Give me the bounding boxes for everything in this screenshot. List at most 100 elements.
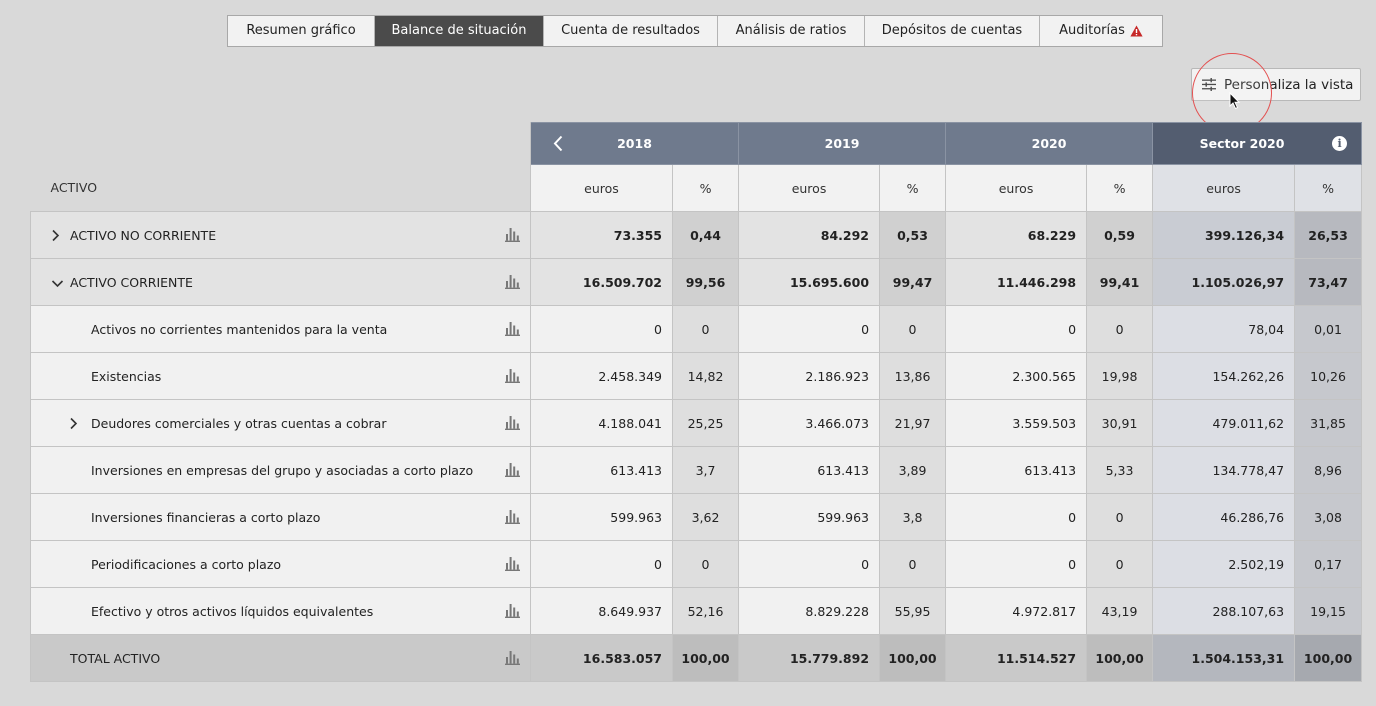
pct-cell: 99,47 <box>879 258 947 306</box>
bar-chart-icon[interactable] <box>505 651 520 665</box>
euros-cell: 11.514.527 <box>945 634 1088 682</box>
year-header-2020: 2020 <box>945 122 1154 165</box>
unit-euros: euros <box>738 164 881 212</box>
euros-cell: 3.466.073 <box>738 399 881 447</box>
pct-cell: 99,41 <box>1086 258 1154 306</box>
pct-cell: 43,19 <box>1086 587 1154 635</box>
bar-chart-icon[interactable] <box>505 463 520 477</box>
header-spacer <box>30 122 531 165</box>
row-label: ACTIVO CORRIENTE <box>70 274 193 290</box>
pct-cell: 3,62 <box>671 493 740 541</box>
tab-analisis-ratios[interactable]: Análisis de ratios <box>718 16 865 46</box>
row-label: Existencias <box>91 368 162 384</box>
euros-cell: 2.300.565 <box>945 352 1088 400</box>
section-tabs: Resumen gráfico Balance de situación Cue… <box>227 15 1163 47</box>
euros-cell: 15.779.892 <box>738 634 881 682</box>
info-icon[interactable]: i <box>1332 136 1348 151</box>
table-row: Inversiones financieras a corto plazo 599… <box>30 493 1363 541</box>
pct-cell: 21,97 <box>879 399 947 447</box>
euros-cell: 2.186.923 <box>738 352 881 400</box>
pct-cell: 99,56 <box>671 258 740 306</box>
euros-cell: 84.292 <box>738 211 881 259</box>
bar-chart-icon[interactable] <box>505 604 520 618</box>
bar-chart-icon[interactable] <box>505 416 520 430</box>
pct-cell: 3,08 <box>1294 493 1363 541</box>
pct-cell: 19,98 <box>1086 352 1154 400</box>
table-row: Activos no corrientes mantenidos para la… <box>30 305 1363 353</box>
table-row: Existencias 2.458.349 14,82 2.186.923 13,86 2… <box>30 352 1363 400</box>
tab-label: Análisis de ratios <box>735 23 847 38</box>
unit-pct: % <box>671 164 740 212</box>
bar-chart-icon[interactable] <box>505 369 520 383</box>
euros-cell: 599.963 <box>738 493 881 541</box>
tab-label: Auditorías <box>1059 23 1125 38</box>
euros-cell: 73.355 <box>530 211 673 259</box>
table-row: TOTAL ACTIVO 16.583.057 100,00 15.779.892 10… <box>30 634 1363 682</box>
euros-cell: 1.105.026,97 <box>1152 258 1296 306</box>
tab-resumen-grafico[interactable]: Resumen gráfico <box>228 16 375 46</box>
sliders-icon <box>1202 78 1216 91</box>
euros-cell: 11.446.298 <box>945 258 1088 306</box>
table-row: Periodificaciones a corto plazo 0 0 0 0 0 0 2.5… <box>30 540 1363 588</box>
unit-pct: % <box>1086 164 1154 212</box>
pct-cell: 10,26 <box>1294 352 1363 400</box>
bar-chart-icon[interactable] <box>505 275 520 289</box>
pct-cell: 0,44 <box>671 211 740 259</box>
tab-auditorias[interactable]: Auditorías <box>1040 16 1162 46</box>
euros-cell: 0 <box>738 305 881 353</box>
pct-cell: 3,8 <box>879 493 947 541</box>
chevron-down-icon[interactable] <box>51 279 64 288</box>
tab-depositos-cuentas[interactable]: Depósitos de cuentas <box>865 16 1040 46</box>
row-label: Efectivo y otros activos líquidos equiva… <box>91 603 374 619</box>
pct-cell: 100,00 <box>1086 634 1154 682</box>
warning-icon <box>1130 25 1143 37</box>
row-label: Deudores comerciales y otras cuentas a c… <box>91 415 387 431</box>
pct-cell: 25,25 <box>671 399 740 447</box>
table-row[interactable]: ACTIVO NO CORRIENTE 73.355 0,44 84.292 0,53 6… <box>30 211 1363 259</box>
euros-cell: 0 <box>945 540 1088 588</box>
pct-cell: 0 <box>1086 540 1154 588</box>
pct-cell: 30,91 <box>1086 399 1154 447</box>
pct-cell: 100,00 <box>671 634 740 682</box>
tab-cuenta-resultados[interactable]: Cuenta de resultados <box>544 16 718 46</box>
bar-chart-icon[interactable] <box>505 510 520 524</box>
year-label: 2018 <box>617 136 652 151</box>
euros-cell: 613.413 <box>738 446 881 494</box>
personaliza-vista-button[interactable]: Personaliza la vista <box>1191 68 1361 101</box>
pct-cell: 73,47 <box>1294 258 1363 306</box>
euros-cell: 16.583.057 <box>530 634 673 682</box>
pct-cell: 0 <box>1086 493 1154 541</box>
row-label-cell: Inversiones en empresas del grupo y asoc… <box>30 446 531 494</box>
table-row: Efectivo y otros activos líquidos equiva… <box>30 587 1363 635</box>
euros-cell: 16.509.702 <box>530 258 673 306</box>
pct-cell: 0 <box>671 305 740 353</box>
chevron-right-icon[interactable] <box>51 229 60 242</box>
pct-cell: 3,7 <box>671 446 740 494</box>
table-row[interactable]: Deudores comerciales y otras cuentas a c… <box>30 399 1363 447</box>
bar-chart-icon[interactable] <box>505 322 520 336</box>
bar-chart-icon[interactable] <box>505 557 520 571</box>
row-label: Inversiones financieras a corto plazo <box>91 509 321 525</box>
year-header-2019: 2019 <box>738 122 947 165</box>
tab-label: Resumen gráfico <box>246 23 356 38</box>
euros-cell: 613.413 <box>530 446 673 494</box>
year-label: Sector 2020 <box>1199 136 1285 151</box>
chevron-left-icon[interactable] <box>553 135 563 152</box>
mouse-cursor-icon <box>1229 92 1241 110</box>
row-label-cell: TOTAL ACTIVO <box>30 634 531 682</box>
tab-balance-situacion[interactable]: Balance de situación <box>375 16 544 46</box>
euros-cell: 0 <box>530 305 673 353</box>
euros-cell: 3.559.503 <box>945 399 1088 447</box>
year-label: 2019 <box>824 136 860 151</box>
table-row[interactable]: ACTIVO CORRIENTE 16.509.702 99,56 15.695.60… <box>30 258 1363 306</box>
euros-cell: 0 <box>945 493 1088 541</box>
chevron-right-icon[interactable] <box>69 417 78 430</box>
bar-chart-icon[interactable] <box>505 228 520 242</box>
section-label: ACTIVO <box>30 164 531 212</box>
unit-pct: % <box>879 164 947 212</box>
pct-cell: 55,95 <box>879 587 947 635</box>
euros-cell: 4.972.817 <box>945 587 1088 635</box>
euros-cell: 1.504.153,31 <box>1152 634 1296 682</box>
unit-euros: euros <box>945 164 1088 212</box>
row-label-cell: Deudores comerciales y otras cuentas a c… <box>30 399 531 447</box>
